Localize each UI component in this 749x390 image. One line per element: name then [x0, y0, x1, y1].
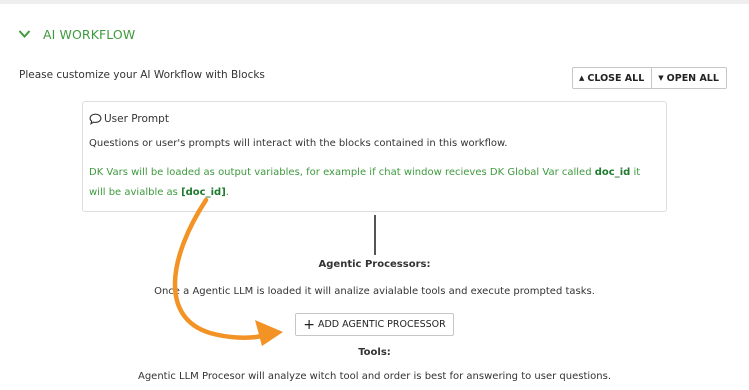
agentic-processors-description: Once a Agentic LLM is loaded it will ana… — [154, 286, 595, 297]
user-prompt-header: User Prompt — [89, 113, 169, 125]
top-divider — [0, 0, 749, 4]
ai-workflow-section-toggle[interactable]: AI WORKFLOW — [18, 26, 135, 42]
var-name: doc_id — [594, 167, 631, 178]
vars-note-text: DK Vars will be loaded as output variabl… — [89, 167, 595, 178]
expand-collapse-group: ▲ CLOSE ALL ▼ OPEN ALL — [572, 67, 727, 89]
close-all-button[interactable]: ▲ CLOSE ALL — [573, 68, 651, 88]
user-prompt-title: User Prompt — [104, 113, 169, 125]
plus-icon: + — [303, 316, 315, 333]
caret-up-icon: ▲ — [579, 74, 585, 82]
open-all-button[interactable]: ▼ OPEN ALL — [651, 68, 726, 88]
close-all-label: CLOSE ALL — [587, 72, 645, 84]
chat-bubble-icon — [89, 113, 102, 125]
section-title[interactable]: AI WORKFLOW — [43, 27, 135, 42]
flow-connector-line — [374, 215, 376, 255]
var-token: [doc_id] — [181, 187, 226, 198]
add-agentic-processor-button[interactable]: + ADD AGENTIC PROCESSOR — [295, 313, 454, 336]
vars-note-end: . — [225, 187, 229, 198]
dk-vars-note: DK Vars will be loaded as output variabl… — [89, 163, 649, 203]
chevron-down-icon[interactable] — [18, 29, 31, 39]
tools-description: Agentic LLM Procesor will analyze witch … — [137, 371, 611, 382]
tools-heading: Tools: — [358, 347, 391, 358]
user-prompt-card: User Prompt Questions or user's prompts … — [82, 101, 667, 212]
caret-down-icon: ▼ — [658, 74, 664, 82]
intro-text: Please customize your AI Workflow with B… — [19, 69, 265, 81]
user-prompt-description: Questions or user's prompts will interac… — [89, 138, 508, 149]
open-all-label: OPEN ALL — [666, 72, 719, 84]
agentic-processors-heading: Agentic Processors: — [318, 259, 431, 270]
add-agentic-processor-label: ADD AGENTIC PROCESSOR — [317, 319, 446, 330]
